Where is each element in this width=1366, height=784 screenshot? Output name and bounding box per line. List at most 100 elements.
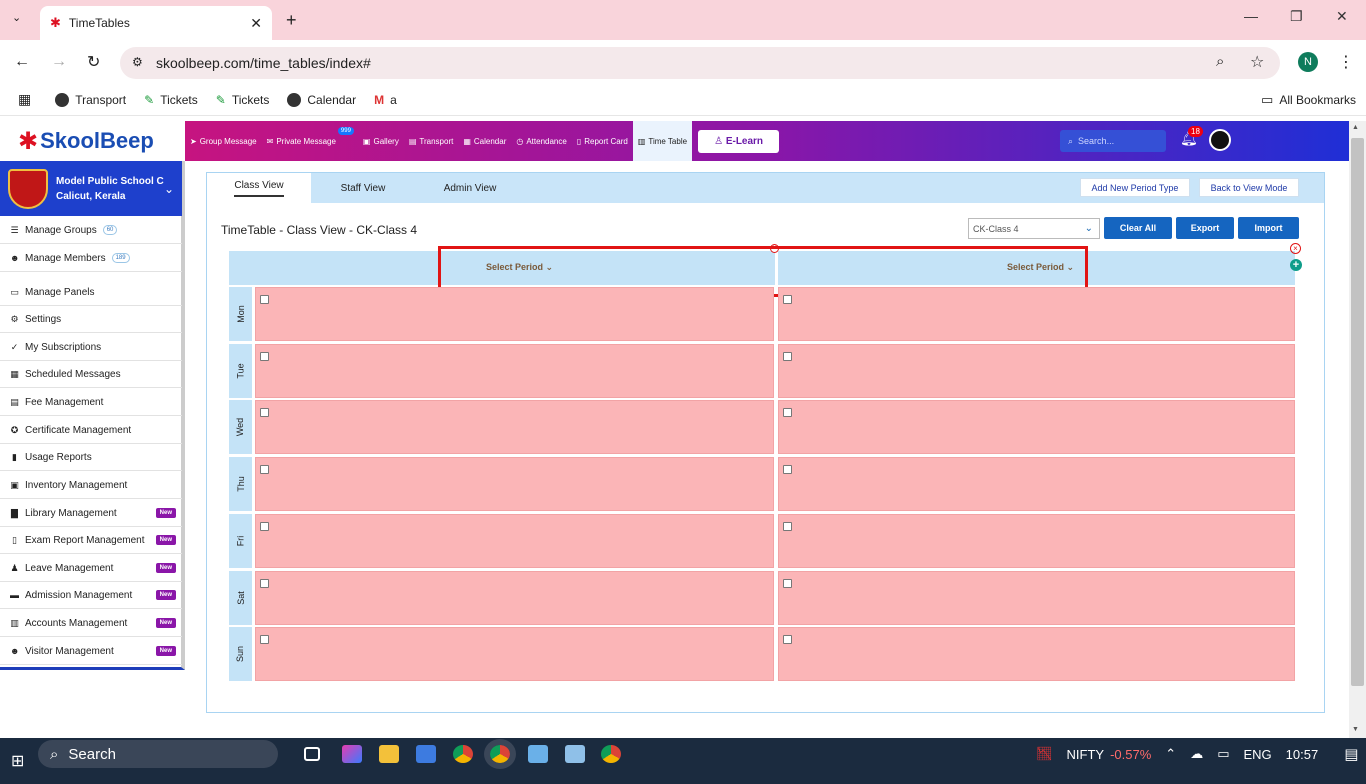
period-checkbox[interactable]	[783, 352, 792, 361]
scrollbar-thumb[interactable]	[1351, 138, 1364, 686]
tab-staff-view[interactable]: Staff View	[313, 173, 413, 203]
sidebar-item-scheduled-messages[interactable]: ▦ Scheduled Messages	[0, 361, 182, 388]
sidebar-item-visitor-management[interactable]: ☻ Visitor Management New	[0, 638, 182, 665]
add-period-icon[interactable]: +	[1290, 259, 1302, 271]
period-checkbox[interactable]	[783, 408, 792, 417]
period-cell[interactable]	[778, 287, 1295, 341]
bookmark-tickets-1[interactable]: ✎ Tickets	[144, 93, 198, 107]
period-cell[interactable]	[255, 514, 774, 568]
sidebar-item-certificate-management[interactable]: ✪ Certificate Management	[0, 417, 182, 444]
period-cell[interactable]	[255, 344, 774, 398]
sidebar-item-exam-report-management[interactable]: ▯ Exam Report Management New	[0, 527, 182, 554]
period-checkbox[interactable]	[260, 295, 269, 304]
weather-icon[interactable]: ☁	[1190, 746, 1203, 762]
sidebar-item-library-management[interactable]: ▇ Library Management New	[0, 500, 182, 527]
skoolbeep-logo[interactable]: ✱ SkoolBeep	[0, 121, 185, 161]
period-checkbox[interactable]	[783, 635, 792, 644]
minimize-icon[interactable]: —	[1244, 8, 1258, 24]
sidebar-item-settings[interactable]: ⚙ Settings	[0, 306, 182, 333]
file-explorer-icon[interactable]	[379, 745, 399, 763]
scroll-up-icon[interactable]: ▲	[1352, 124, 1359, 131]
task-view-icon[interactable]	[304, 747, 320, 761]
period-cell[interactable]	[255, 400, 774, 454]
period-checkbox[interactable]	[783, 465, 792, 474]
bookmark-calendar[interactable]: Calendar	[287, 92, 356, 107]
tab-list-chevron-icon[interactable]: ⌄	[12, 11, 21, 24]
period-checkbox[interactable]	[260, 465, 269, 474]
period-checkbox[interactable]	[260, 635, 269, 644]
browser-menu-icon[interactable]: ⋮	[1338, 52, 1354, 72]
period-checkbox[interactable]	[783, 295, 792, 304]
nav-attendance[interactable]: ◷ Attendance	[511, 121, 571, 161]
sidebar-item-fee-management[interactable]: ▤ Fee Management	[0, 389, 182, 416]
forward-icon[interactable]: →	[51, 53, 67, 71]
sidebar-item-usage-reports[interactable]: ▮ Usage Reports	[0, 444, 182, 471]
new-tab-icon[interactable]: +	[286, 10, 297, 31]
nav-gallery[interactable]: ▣ Gallery	[358, 121, 404, 161]
nav-calendar[interactable]: ▦ Calendar	[458, 121, 511, 161]
battery-icon[interactable]: ▭	[1217, 746, 1229, 762]
reload-icon[interactable]: ↻	[87, 52, 100, 72]
notifications-icon[interactable]: ▤	[1344, 745, 1358, 763]
nav-private-message[interactable]: ✉ Private Message 999	[262, 121, 358, 161]
elearn-button[interactable]: ♙ E-Learn	[698, 129, 780, 153]
nav-time-table[interactable]: ▥ Time Table	[632, 121, 693, 161]
chrome-profile-icon[interactable]	[601, 745, 621, 763]
chevron-down-icon[interactable]: ⌄	[164, 182, 174, 196]
period-checkbox[interactable]	[783, 522, 792, 531]
export-button[interactable]: Export	[1176, 217, 1234, 239]
period-cell[interactable]	[778, 400, 1295, 454]
period-cell[interactable]	[778, 457, 1295, 511]
sidebar-item-accounts-management[interactable]: ▥ Accounts Management New	[0, 610, 182, 637]
profile-avatar[interactable]: N	[1298, 52, 1318, 72]
language-indicator[interactable]: ENG	[1243, 747, 1271, 762]
chevron-up-icon[interactable]: ⌃	[1165, 746, 1176, 762]
period-checkbox[interactable]	[783, 579, 792, 588]
sidebar-item-manage-groups[interactable]: ☰ Manage Groups 60	[0, 217, 182, 244]
chrome-active-icon[interactable]	[484, 739, 516, 769]
user-avatar[interactable]	[1209, 129, 1231, 151]
site-settings-icon[interactable]: ⚙	[132, 55, 143, 69]
windows-start-icon[interactable]: ⊞	[11, 751, 24, 771]
close-tab-icon[interactable]: ✕	[250, 15, 262, 32]
taskbar-search[interactable]: ⌕ Search	[38, 740, 278, 768]
chrome-icon[interactable]	[453, 745, 473, 763]
back-icon[interactable]: ←	[14, 53, 30, 71]
nav-report-card[interactable]: ▯ Report Card	[572, 121, 633, 161]
period-checkbox[interactable]	[260, 579, 269, 588]
tab-class-view[interactable]: Class View	[207, 173, 311, 203]
bookmark-gmail[interactable]: Ma	[374, 93, 397, 107]
nav-transport[interactable]: ▤ Transport	[404, 121, 459, 161]
bookmark-tickets-2[interactable]: ✎ Tickets	[216, 93, 270, 107]
period-cell[interactable]	[255, 627, 774, 681]
import-button[interactable]: Import	[1238, 217, 1299, 239]
school-switcher[interactable]: Model Public School C Calicut, Kerala ⌄	[0, 161, 182, 216]
scroll-down-icon[interactable]: ▼	[1352, 726, 1359, 733]
period-cell[interactable]	[778, 627, 1295, 681]
period-checkbox[interactable]	[260, 352, 269, 361]
period-cell[interactable]	[255, 571, 774, 625]
browser-tab[interactable]: ✱ TimeTables ✕	[40, 6, 272, 40]
clock-time[interactable]: 10:57	[1286, 747, 1319, 762]
search-input[interactable]: ⌕ Search...	[1060, 130, 1166, 152]
bookmark-transport[interactable]: Transport	[55, 92, 126, 107]
sidebar-item-my-subscriptions[interactable]: ✓ My Subscriptions	[0, 334, 182, 361]
period-checkbox[interactable]	[260, 522, 269, 531]
store-icon[interactable]	[416, 745, 436, 763]
period-cell[interactable]	[255, 287, 774, 341]
period-checkbox[interactable]	[260, 408, 269, 417]
zoom-icon[interactable]: ⌕	[1216, 53, 1224, 70]
add-period-type-button[interactable]: Add New Period Type	[1080, 178, 1190, 197]
url-bar[interactable]: ⚙ skoolbeep.com/time_tables/index#	[120, 47, 1280, 79]
sidebar-item-manage-members[interactable]: ☻ Manage Members 189	[0, 245, 182, 272]
all-bookmarks[interactable]: ▭ All Bookmarks	[1261, 92, 1356, 108]
copilot-icon[interactable]	[342, 745, 362, 763]
bookmark-star-icon[interactable]: ☆	[1250, 52, 1264, 72]
notepad-icon[interactable]	[528, 745, 548, 763]
class-select[interactable]: CK-Class 4 ⌄	[968, 218, 1100, 239]
sidebar-item-admission-management[interactable]: ▬ Admission Management New	[0, 582, 182, 609]
period-cell[interactable]	[778, 571, 1295, 625]
restore-icon[interactable]: ❐	[1290, 8, 1303, 25]
close-window-icon[interactable]: ✕	[1336, 8, 1348, 25]
paint-icon[interactable]	[565, 745, 585, 763]
